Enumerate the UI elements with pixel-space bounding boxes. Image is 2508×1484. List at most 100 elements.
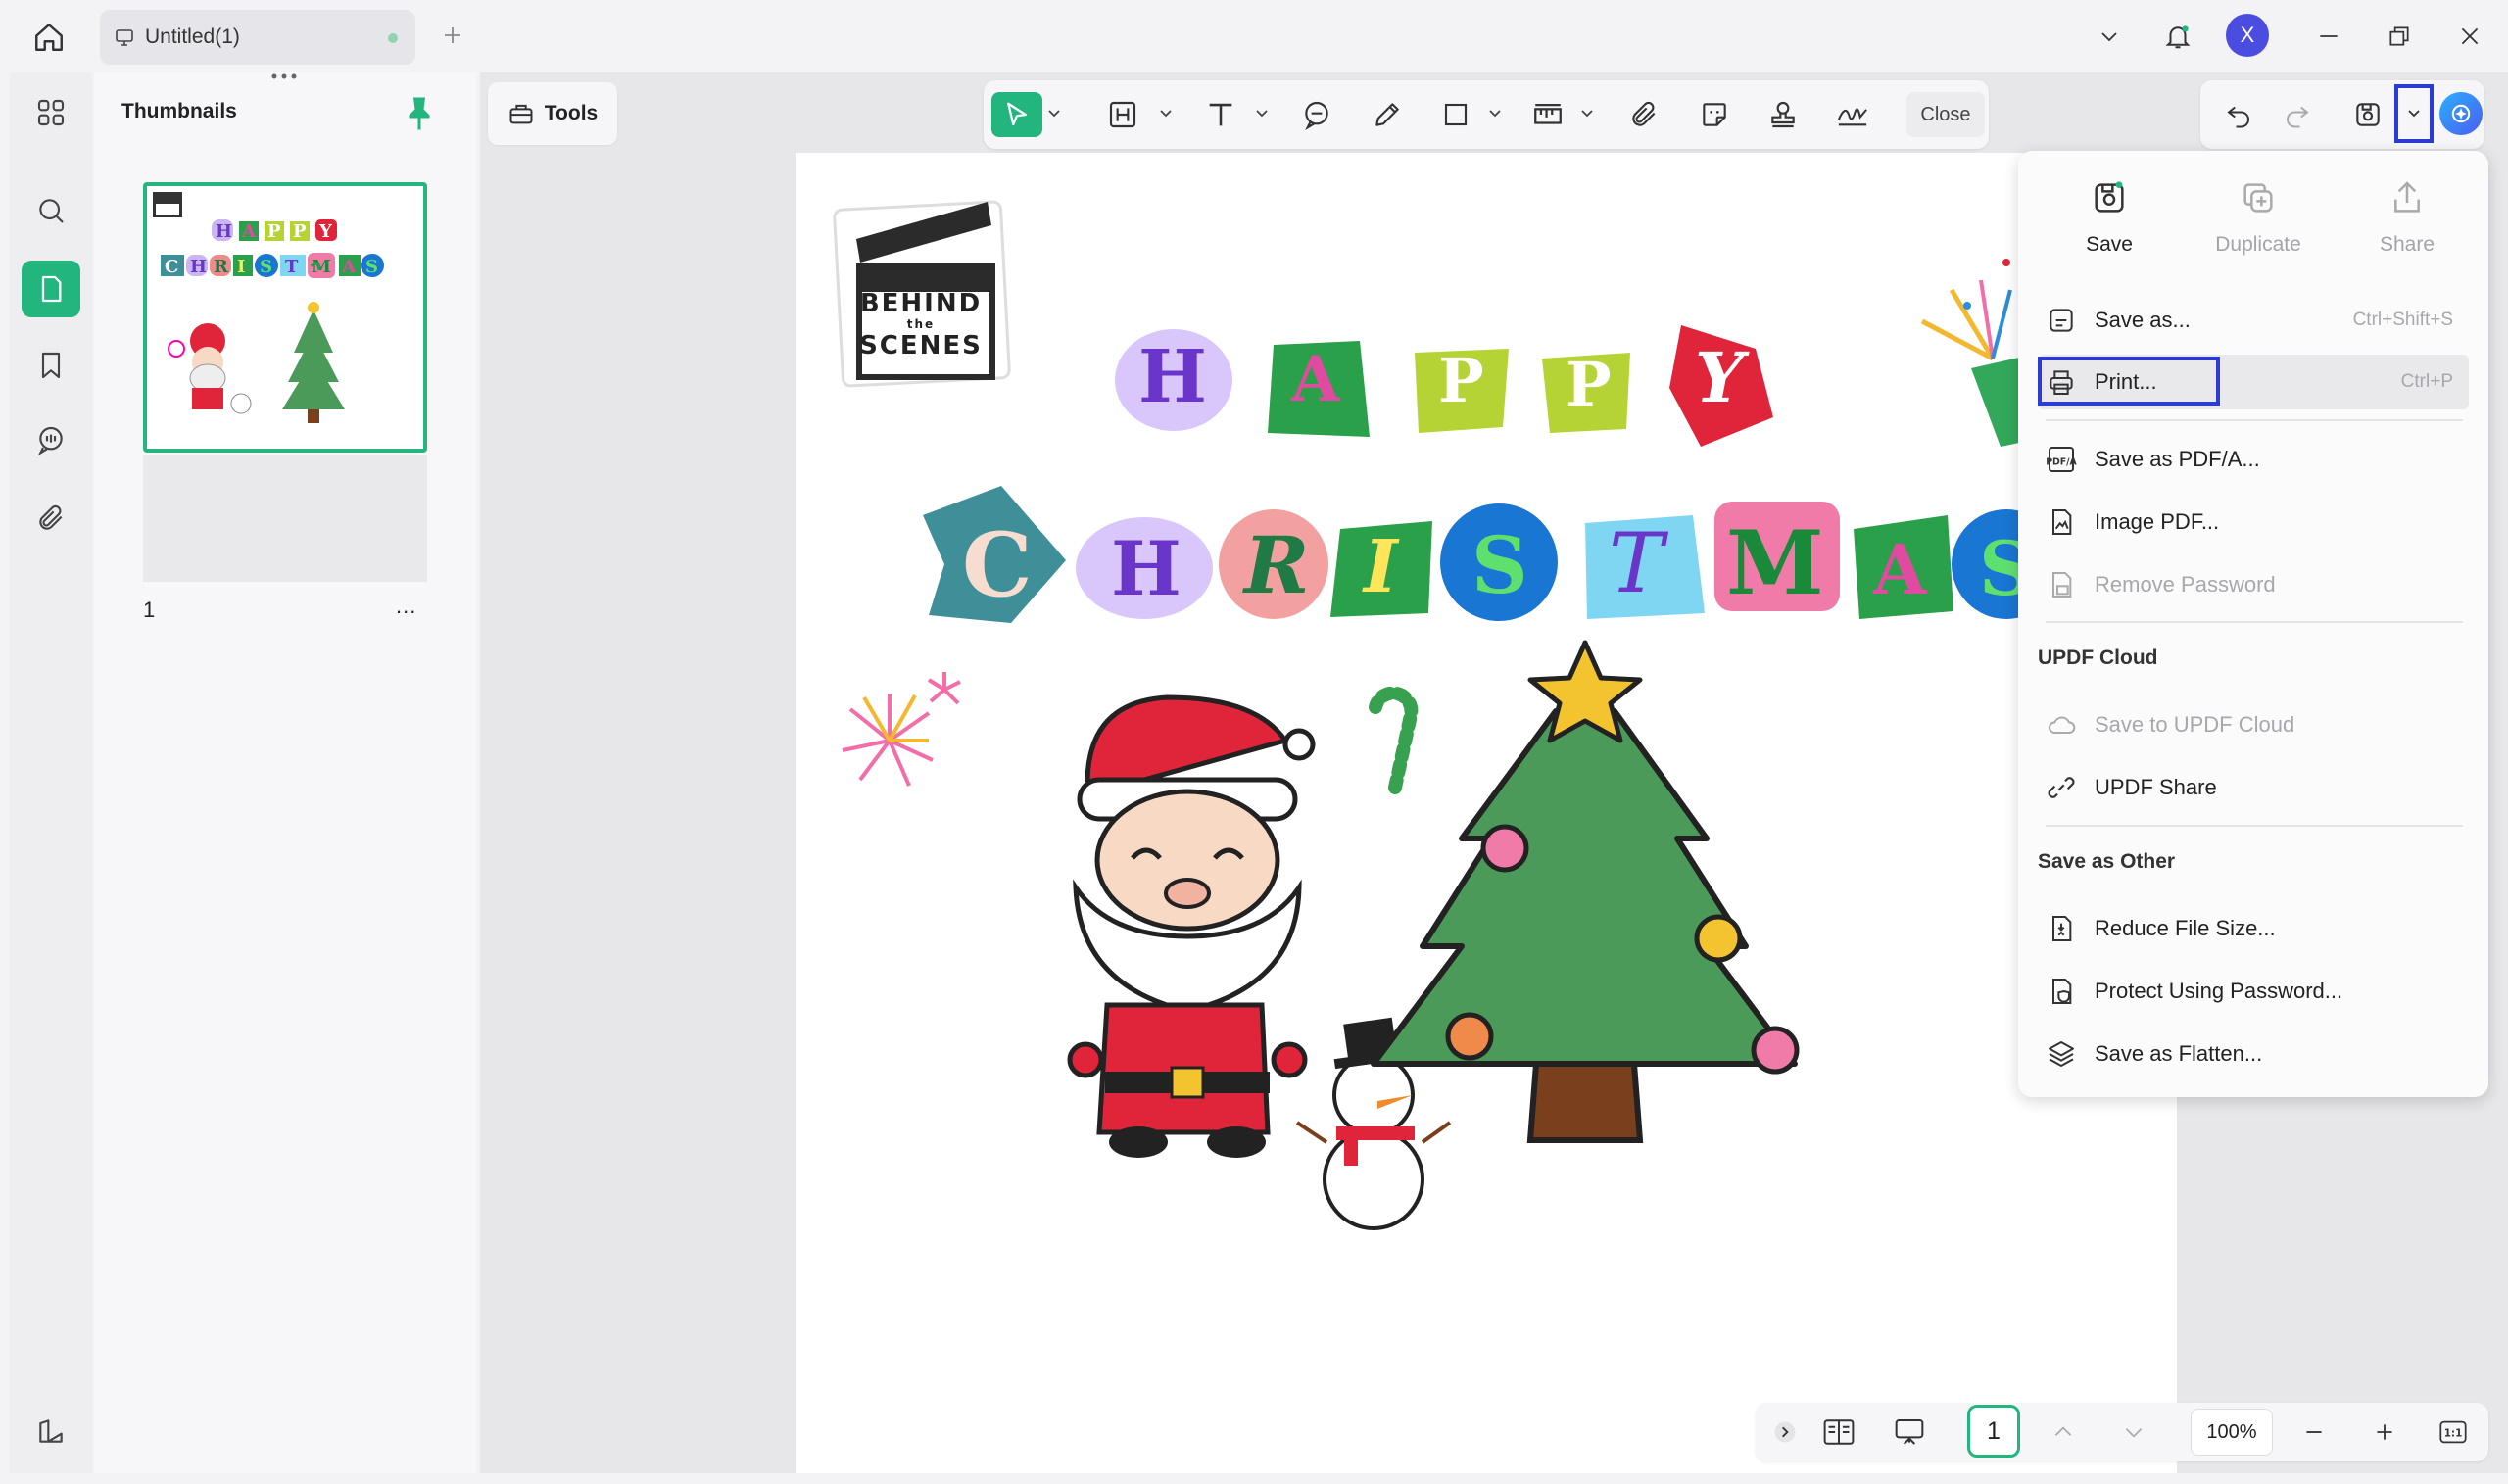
actual-size-button[interactable]: 1:1	[2432, 1409, 2475, 1456]
undo-button[interactable]	[2216, 92, 2261, 137]
thumbnail-more-button[interactable]: ...	[396, 594, 416, 619]
pin-icon[interactable]	[402, 94, 437, 133]
menu-item-save-flatten[interactable]: Save as Flatten...	[2038, 1027, 2469, 1081]
svg-text:M: M	[312, 257, 331, 277]
pencil-tool[interactable]	[1364, 92, 1411, 137]
chevron-down-icon	[2125, 1428, 2143, 1438]
menu-item-remove-password[interactable]: Remove Password	[2038, 557, 2469, 612]
attachment-tool[interactable]	[1620, 92, 1667, 137]
highlight-tool[interactable]	[1101, 92, 1144, 137]
rail-settings[interactable]	[22, 1403, 80, 1460]
notifications-button[interactable]	[2153, 12, 2202, 61]
shape-tool[interactable]	[1432, 92, 1479, 137]
rail-search[interactable]	[22, 182, 80, 239]
menu-duplicate-button[interactable]: Duplicate	[2185, 178, 2332, 286]
page-number-input[interactable]: 1	[1967, 1405, 2020, 1458]
share-icon	[2394, 181, 2420, 213]
text-tool[interactable]	[1199, 92, 1242, 137]
collapse-bar-button[interactable]	[1765, 1409, 1805, 1456]
rail-bookmarks[interactable]	[22, 337, 80, 394]
letter-y: Y	[1695, 337, 1744, 418]
close-toolbar-button[interactable]: Close	[1906, 92, 1985, 137]
menu-item-updf-share[interactable]: UPDF Share	[2038, 760, 2469, 815]
bookmark-icon	[41, 352, 61, 379]
tabs-dropdown-button[interactable]	[2085, 12, 2134, 61]
image-pdf-label: Image PDF...	[2095, 509, 2220, 534]
zoom-in-button[interactable]	[2363, 1409, 2406, 1456]
signature-tool[interactable]	[1828, 92, 1877, 137]
chevron-down-icon[interactable]	[1048, 110, 1060, 118]
save-toolbar-button[interactable]	[2345, 92, 2390, 137]
protect-password-label: Protect Using Password...	[2095, 979, 2343, 1003]
minimize-button[interactable]	[2304, 12, 2353, 61]
comment-tool[interactable]	[1293, 92, 1340, 137]
rail-comments[interactable]	[22, 411, 80, 468]
new-tab-button[interactable]	[433, 16, 472, 55]
svg-text:C: C	[165, 257, 178, 277]
menu-item-image-pdf[interactable]: Image PDF...	[2038, 495, 2469, 550]
plus-icon	[445, 27, 460, 43]
menu-item-save-as[interactable]: Save as... Ctrl+Shift+S	[2038, 293, 2469, 348]
svg-text:S: S	[365, 257, 378, 277]
page-thumbnail[interactable]: H A P P Y C H R I S T M A S	[143, 182, 427, 453]
letter-m: M	[1726, 511, 1824, 615]
letter-h: H	[1138, 335, 1207, 419]
rail-thumbnails-grid[interactable]	[22, 84, 80, 141]
home-button[interactable]	[24, 14, 74, 61]
menu-item-reduce-size[interactable]: Reduce File Size...	[2038, 901, 2469, 956]
save-options-dropdown-button[interactable]	[2394, 84, 2434, 143]
avatar[interactable]: X	[2226, 14, 2269, 57]
redo-button[interactable]	[2275, 92, 2320, 137]
stamp-icon	[1771, 101, 1795, 128]
menu-save-button[interactable]: Save	[2036, 178, 2183, 286]
svg-text:PDF/A: PDF/A	[2046, 456, 2077, 467]
menu-share-button[interactable]: Share	[2334, 178, 2481, 286]
duplicate-icon	[2243, 183, 2273, 213]
updf-share-label: UPDF Share	[2095, 775, 2217, 799]
signature-icon	[1837, 108, 1867, 126]
chevron-down-icon[interactable]	[1489, 110, 1501, 118]
chevron-down-icon[interactable]	[1256, 110, 1268, 118]
ai-assistant-button[interactable]	[2439, 92, 2483, 135]
actual-size-icon: 1:1	[2439, 1420, 2467, 1444]
document-tab[interactable]: Untitled(1)	[100, 10, 415, 65]
select-tool[interactable]	[991, 92, 1042, 137]
zoom-out-button[interactable]	[2292, 1409, 2336, 1456]
tools-button[interactable]: Tools	[488, 82, 617, 145]
home-icon	[35, 24, 63, 51]
rail-attachments[interactable]	[22, 490, 80, 547]
logo-line-scenes: SCENES	[859, 331, 983, 360]
next-page-button[interactable]	[2112, 1409, 2155, 1456]
thumbnail-page-number: 1	[143, 598, 156, 622]
chevron-down-icon	[2408, 110, 2420, 118]
page-layout-button[interactable]	[1814, 1409, 1863, 1456]
cursor-icon	[1007, 102, 1027, 126]
chevron-down-icon[interactable]	[1160, 110, 1172, 118]
rail-pages[interactable]	[22, 261, 80, 317]
letter-a-2: A	[1873, 529, 1927, 610]
layers-icon	[2044, 1036, 2079, 1072]
save-pdfa-label: Save as PDF/A...	[2095, 447, 2260, 471]
save-icon	[2356, 103, 2380, 126]
restore-icon	[2389, 26, 2409, 46]
book-icon	[1823, 1419, 1855, 1445]
logo-line-behind: BEHIND	[859, 289, 983, 318]
compress-icon	[2044, 911, 2079, 946]
zoom-level-select[interactable]: 100%	[2191, 1409, 2273, 1456]
chevron-down-icon[interactable]	[1581, 110, 1593, 118]
close-window-button[interactable]	[2445, 12, 2494, 61]
presentation-button[interactable]	[1885, 1409, 1934, 1456]
panel-title: Thumbnails	[121, 100, 237, 122]
plus-icon	[2377, 1424, 2392, 1440]
comment-icon	[1305, 101, 1328, 130]
menu-item-protect-password[interactable]: Protect Using Password...	[2038, 964, 2469, 1019]
menu-item-save-to-cloud[interactable]: Save to UPDF Cloud	[2038, 697, 2469, 752]
drag-handle-icon[interactable]	[266, 71, 302, 84]
shield-icon	[2044, 974, 2079, 1009]
stamp-tool[interactable]	[1760, 92, 1807, 137]
previous-page-button[interactable]	[2042, 1409, 2085, 1456]
sticker-tool[interactable]	[1691, 92, 1738, 137]
menu-item-save-pdfa[interactable]: PDF/A Save as PDF/A...	[2038, 432, 2469, 487]
restore-button[interactable]	[2375, 12, 2424, 61]
measure-tool[interactable]	[1524, 92, 1571, 137]
